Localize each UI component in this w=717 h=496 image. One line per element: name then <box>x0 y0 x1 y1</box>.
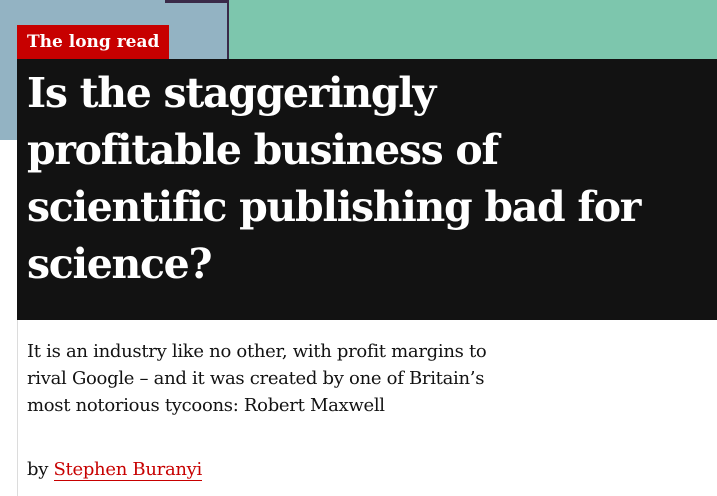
column-divider <box>17 320 18 496</box>
series-kicker[interactable]: The long read <box>17 25 170 59</box>
standfirst: It is an industry like no other, with pr… <box>27 341 487 416</box>
author-link[interactable]: Stephen Buranyi <box>53 459 202 481</box>
byline-prefix: by <box>27 459 49 480</box>
byline: by Stephen Buranyi <box>27 456 202 484</box>
headline-container: Is the staggeringly profitable business … <box>17 59 717 320</box>
headline: Is the staggeringly profitable business … <box>27 69 641 288</box>
